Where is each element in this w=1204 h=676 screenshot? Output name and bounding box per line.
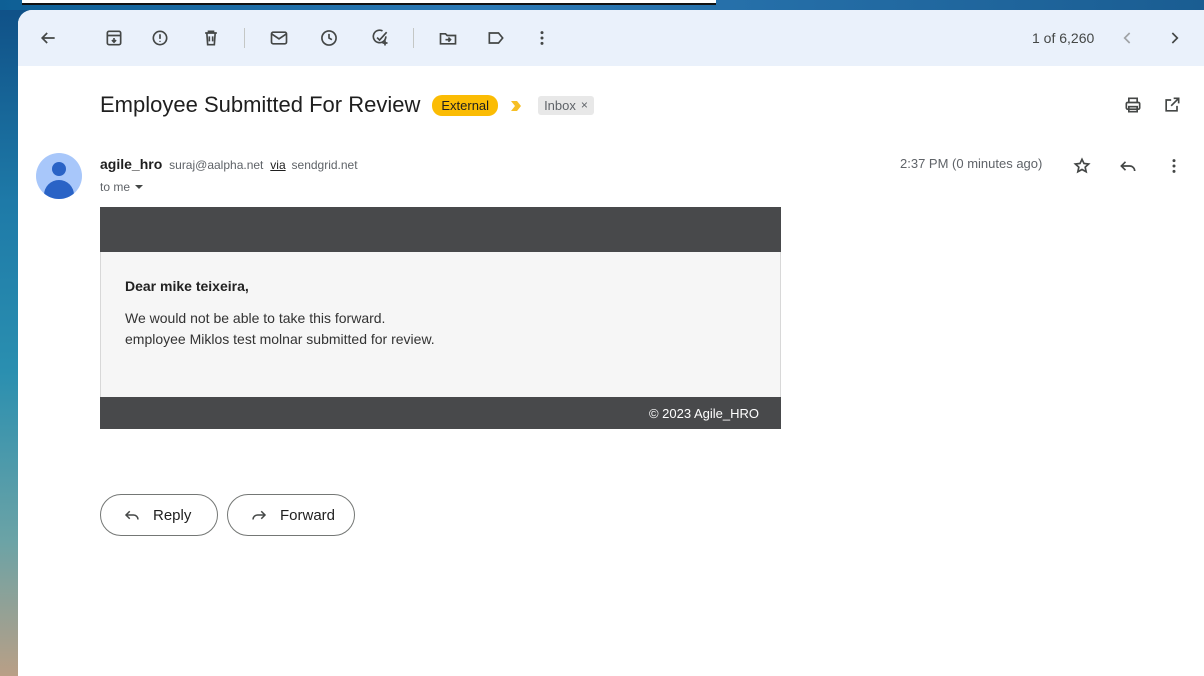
- gmail-message-window: 1 of 6,260 Employee Submitted For Review…: [18, 10, 1204, 676]
- email-body-card: Dear mike teixeira, We would not be able…: [100, 207, 781, 429]
- inbox-label-chip: Inbox ×: [538, 95, 594, 115]
- forward-button[interactable]: Forward: [227, 494, 355, 536]
- email-greeting: Dear mike teixeira,: [125, 278, 249, 294]
- chevron-down-icon: [135, 185, 144, 189]
- message-counter: 1 of 6,260: [1032, 30, 1095, 46]
- recipient-details-toggle[interactable]: to me: [100, 180, 144, 194]
- message-timestamp: 2:37 PM (0 minutes ago): [900, 156, 1043, 171]
- email-body-line: We would not be able to take this forwar…: [125, 310, 386, 326]
- more-vert-icon[interactable]: [1161, 153, 1187, 179]
- reply-icon: [124, 510, 139, 520]
- label-icon[interactable]: [482, 24, 510, 52]
- email-header-bar: [100, 207, 781, 252]
- email-body-line: employee Miklos test molnar submitted fo…: [125, 331, 435, 347]
- reply-icon[interactable]: [1115, 153, 1141, 179]
- toolbar-divider: [413, 28, 414, 48]
- cropped-title-bar: [22, 0, 716, 5]
- reply-button[interactable]: Reply: [100, 494, 218, 536]
- sender-name[interactable]: agile_hro: [100, 156, 162, 172]
- subject-row: Employee Submitted For Review External I…: [100, 90, 594, 120]
- importance-marker-icon[interactable]: [510, 99, 522, 111]
- via-link[interactable]: via: [270, 158, 285, 172]
- avatar-head: [52, 162, 66, 176]
- avatar-body: [44, 180, 74, 199]
- toolbar-divider: [244, 28, 245, 48]
- older-chevron-icon[interactable]: [1160, 24, 1188, 52]
- move-to-icon[interactable]: [434, 24, 462, 52]
- sender-line: agile_hro suraj@aalpha.net via sendgrid.…: [100, 156, 358, 172]
- newer-chevron-icon[interactable]: [1114, 24, 1142, 52]
- remove-label-icon[interactable]: ×: [581, 98, 588, 112]
- sender-email: suraj@aalpha.net: [169, 158, 264, 172]
- forward-icon: [252, 510, 267, 520]
- more-vert-icon[interactable]: [528, 24, 556, 52]
- email-content: Dear mike teixeira, We would not be able…: [100, 252, 781, 397]
- mark-unread-icon[interactable]: [265, 24, 293, 52]
- print-icon[interactable]: [1120, 92, 1146, 118]
- inbox-label-text: Inbox: [544, 97, 576, 113]
- message-toolbar: 1 of 6,260: [18, 10, 1204, 66]
- open-in-new-window-icon[interactable]: [1159, 92, 1185, 118]
- email-footer-bar: © 2023 Agile_HRO: [100, 397, 781, 429]
- sender-avatar[interactable]: [36, 153, 82, 199]
- add-to-tasks-icon[interactable]: [366, 24, 394, 52]
- delete-icon[interactable]: [197, 24, 225, 52]
- to-line-text: to me: [100, 180, 131, 194]
- copyright-text: © 2023 Agile_HRO: [648, 405, 759, 421]
- via-domain: sendgrid.net: [291, 158, 358, 172]
- back-arrow-icon[interactable]: [34, 24, 62, 52]
- star-icon[interactable]: [1069, 153, 1095, 179]
- reply-button-label: Reply: [153, 506, 192, 524]
- archive-icon[interactable]: [100, 24, 128, 52]
- desktop-top-strip: [0, 0, 1204, 10]
- forward-button-label: Forward: [280, 506, 336, 524]
- snooze-icon[interactable]: [315, 24, 343, 52]
- email-subject: Employee Submitted For Review: [100, 92, 421, 117]
- external-badge: External: [432, 94, 499, 116]
- report-spam-icon[interactable]: [146, 24, 174, 52]
